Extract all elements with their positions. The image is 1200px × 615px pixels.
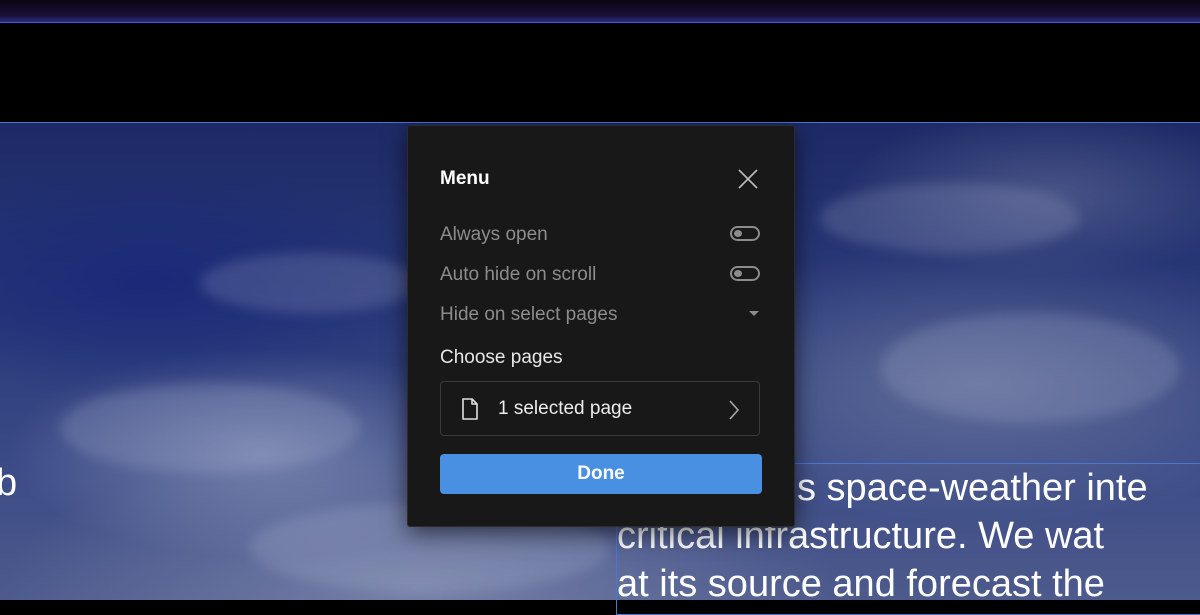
choose-pages-button[interactable]: 1 selected page xyxy=(440,381,760,436)
selected-pages-value: 1 selected page xyxy=(498,398,633,419)
hero-heading-fragment: b xyxy=(0,462,18,504)
always-open-label: Always open xyxy=(440,224,548,245)
menu-settings-panel: Menu Always open Auto hide on scroll Hid… xyxy=(407,125,795,527)
top-strip xyxy=(0,0,1200,23)
cloud-shape xyxy=(820,183,1080,253)
cloud-shape xyxy=(60,383,360,473)
close-icon xyxy=(738,169,758,189)
panel-title: Menu xyxy=(440,168,490,189)
hero-line: at its source and forecast the xyxy=(617,563,1105,605)
hide-on-select-pages-dropdown[interactable]: Hide on select pages xyxy=(440,304,617,326)
done-button[interactable]: Done xyxy=(440,454,762,494)
document-icon xyxy=(462,398,478,420)
cloud-shape xyxy=(200,253,420,313)
header-band[interactable] xyxy=(0,23,1200,123)
chevron-right-icon xyxy=(729,400,740,420)
toggle-knob xyxy=(734,230,742,237)
auto-hide-label: Auto hide on scroll xyxy=(440,264,597,285)
auto-hide-toggle[interactable] xyxy=(730,266,760,281)
cloud-shape xyxy=(880,313,1180,423)
caret-down-icon[interactable] xyxy=(749,311,759,316)
close-button[interactable] xyxy=(736,167,760,191)
always-open-toggle[interactable] xyxy=(730,226,760,241)
choose-pages-label: Choose pages xyxy=(440,347,563,368)
toggle-knob xyxy=(734,270,742,277)
